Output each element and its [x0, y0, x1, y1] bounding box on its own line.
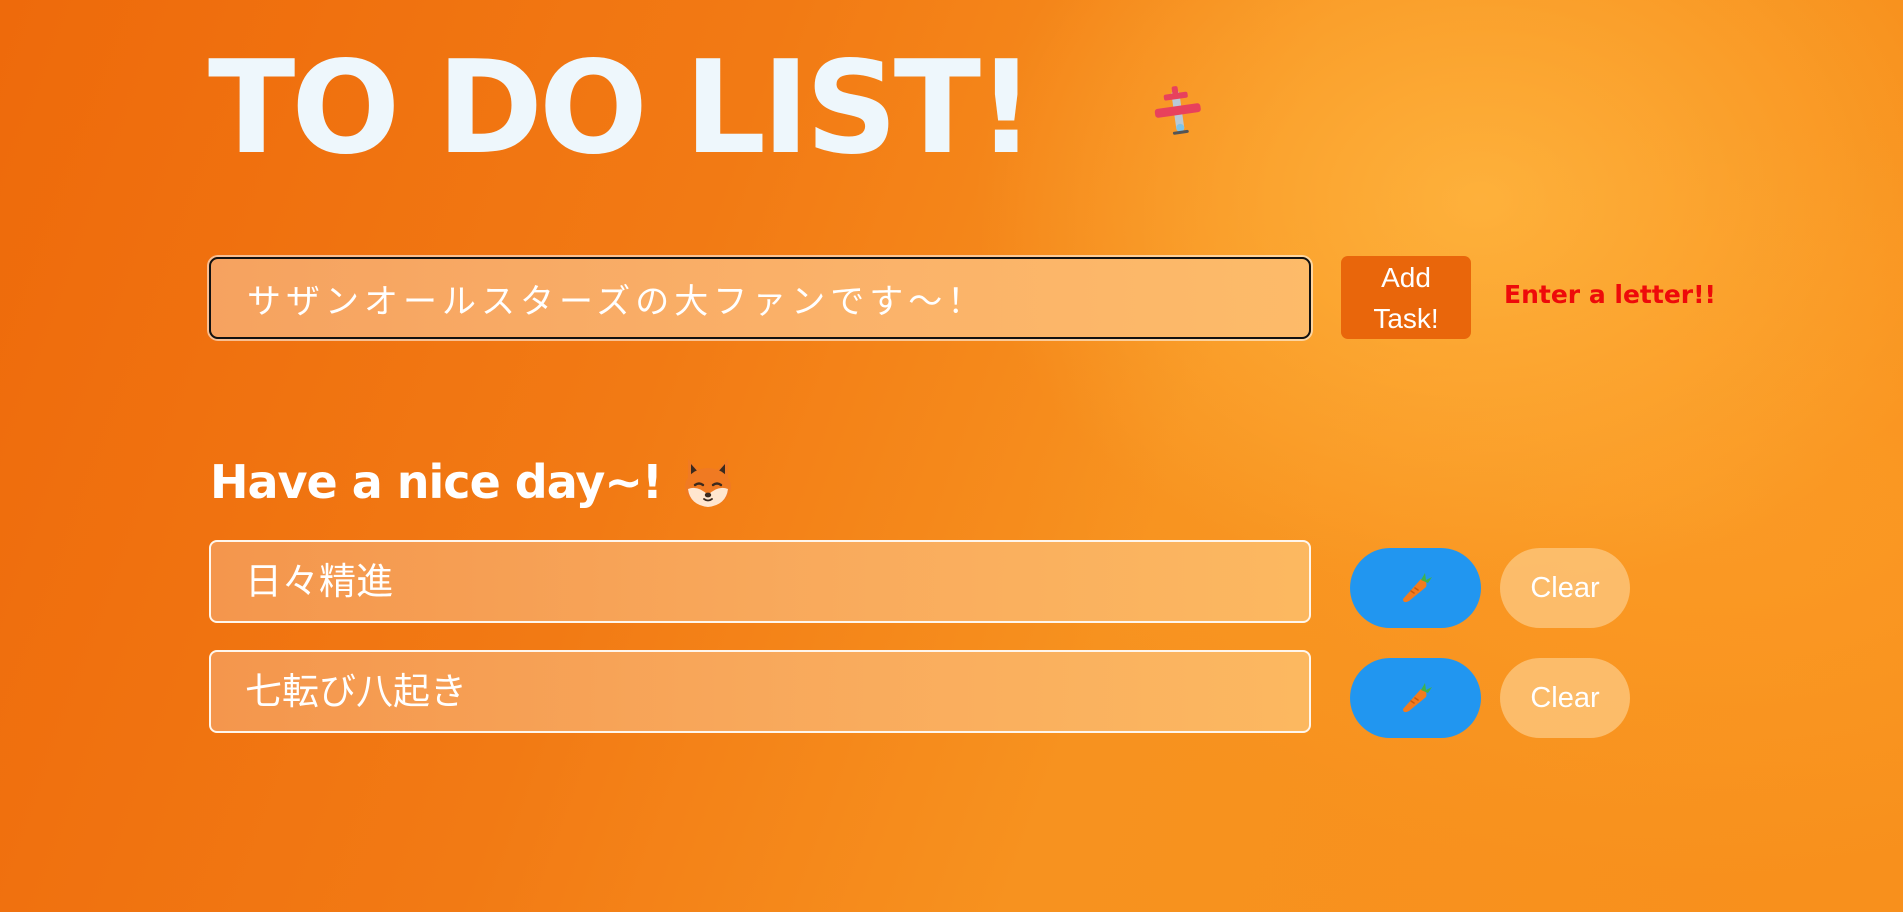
- page-title: TO DO LIST!: [208, 34, 1035, 183]
- carrot-icon: [1402, 573, 1432, 603]
- greeting: Have a nice day~!: [210, 455, 734, 509]
- error-message: Enter a letter!!: [1504, 280, 1716, 309]
- clear-button[interactable]: Clear: [1500, 658, 1630, 738]
- airplane-icon: [1154, 86, 1201, 135]
- greeting-text: Have a nice day~!: [210, 455, 663, 509]
- task-text: 日々精進: [209, 540, 1311, 623]
- fox-face-icon: [684, 459, 731, 507]
- carrot-button[interactable]: [1350, 658, 1481, 738]
- task-text: 七転び八起き: [209, 650, 1311, 733]
- task-input[interactable]: [209, 257, 1311, 339]
- add-task-button[interactable]: Add Task!: [1341, 256, 1471, 339]
- clear-button[interactable]: Clear: [1500, 548, 1630, 628]
- task-list: 日々精進 Clear 七転び八起き Clear: [209, 540, 1630, 760]
- carrot-icon: [1402, 683, 1432, 713]
- list-item: 日々精進 Clear: [209, 540, 1630, 628]
- carrot-button[interactable]: [1350, 548, 1481, 628]
- list-item: 七転び八起き Clear: [209, 650, 1630, 738]
